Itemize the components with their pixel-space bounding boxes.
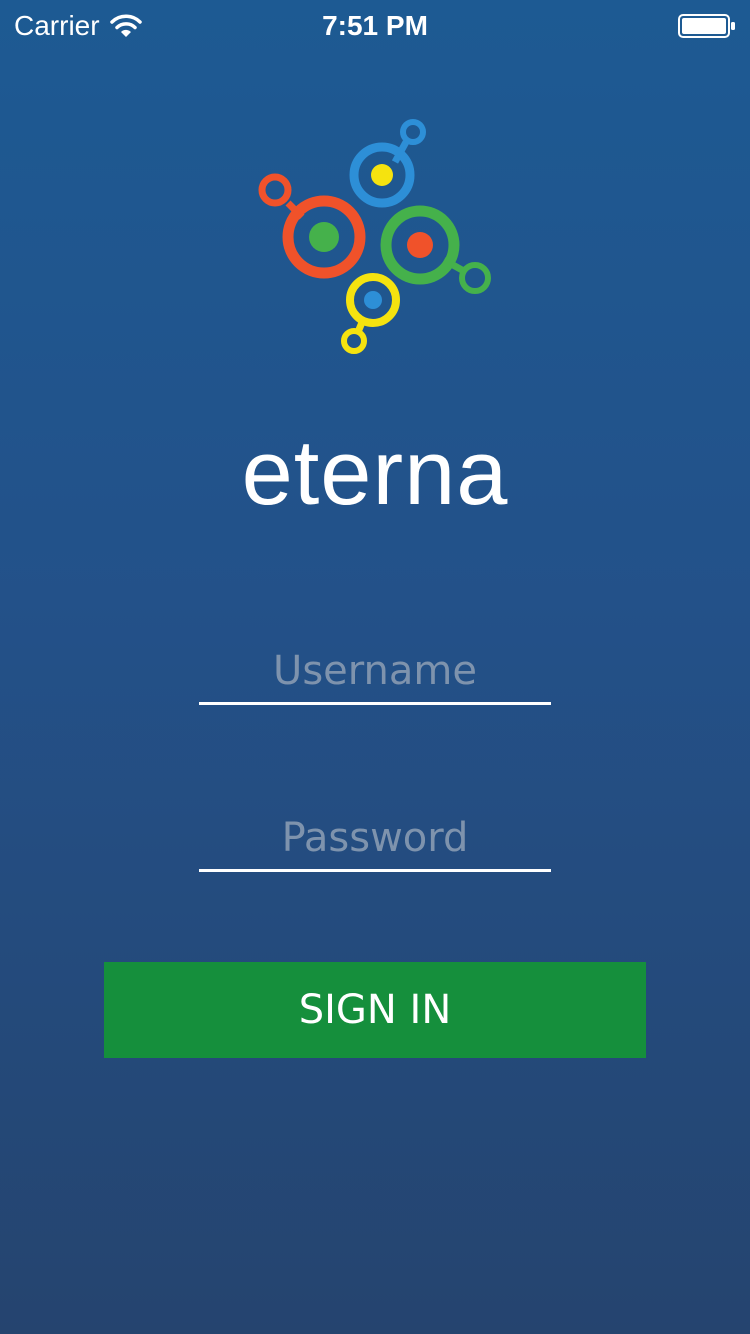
status-time: 7:51 PM <box>322 10 428 41</box>
username-field <box>199 641 551 705</box>
password-field <box>199 808 551 872</box>
eterna-molecule-logo-icon <box>258 119 491 354</box>
sign-in-button[interactable]: SIGN IN <box>104 962 646 1058</box>
status-bar: Carrier 7:51 PM <box>0 0 750 52</box>
battery-icon <box>678 14 735 38</box>
app-name: eterna <box>241 422 509 524</box>
username-input[interactable] <box>199 641 551 701</box>
password-input[interactable] <box>199 808 551 868</box>
